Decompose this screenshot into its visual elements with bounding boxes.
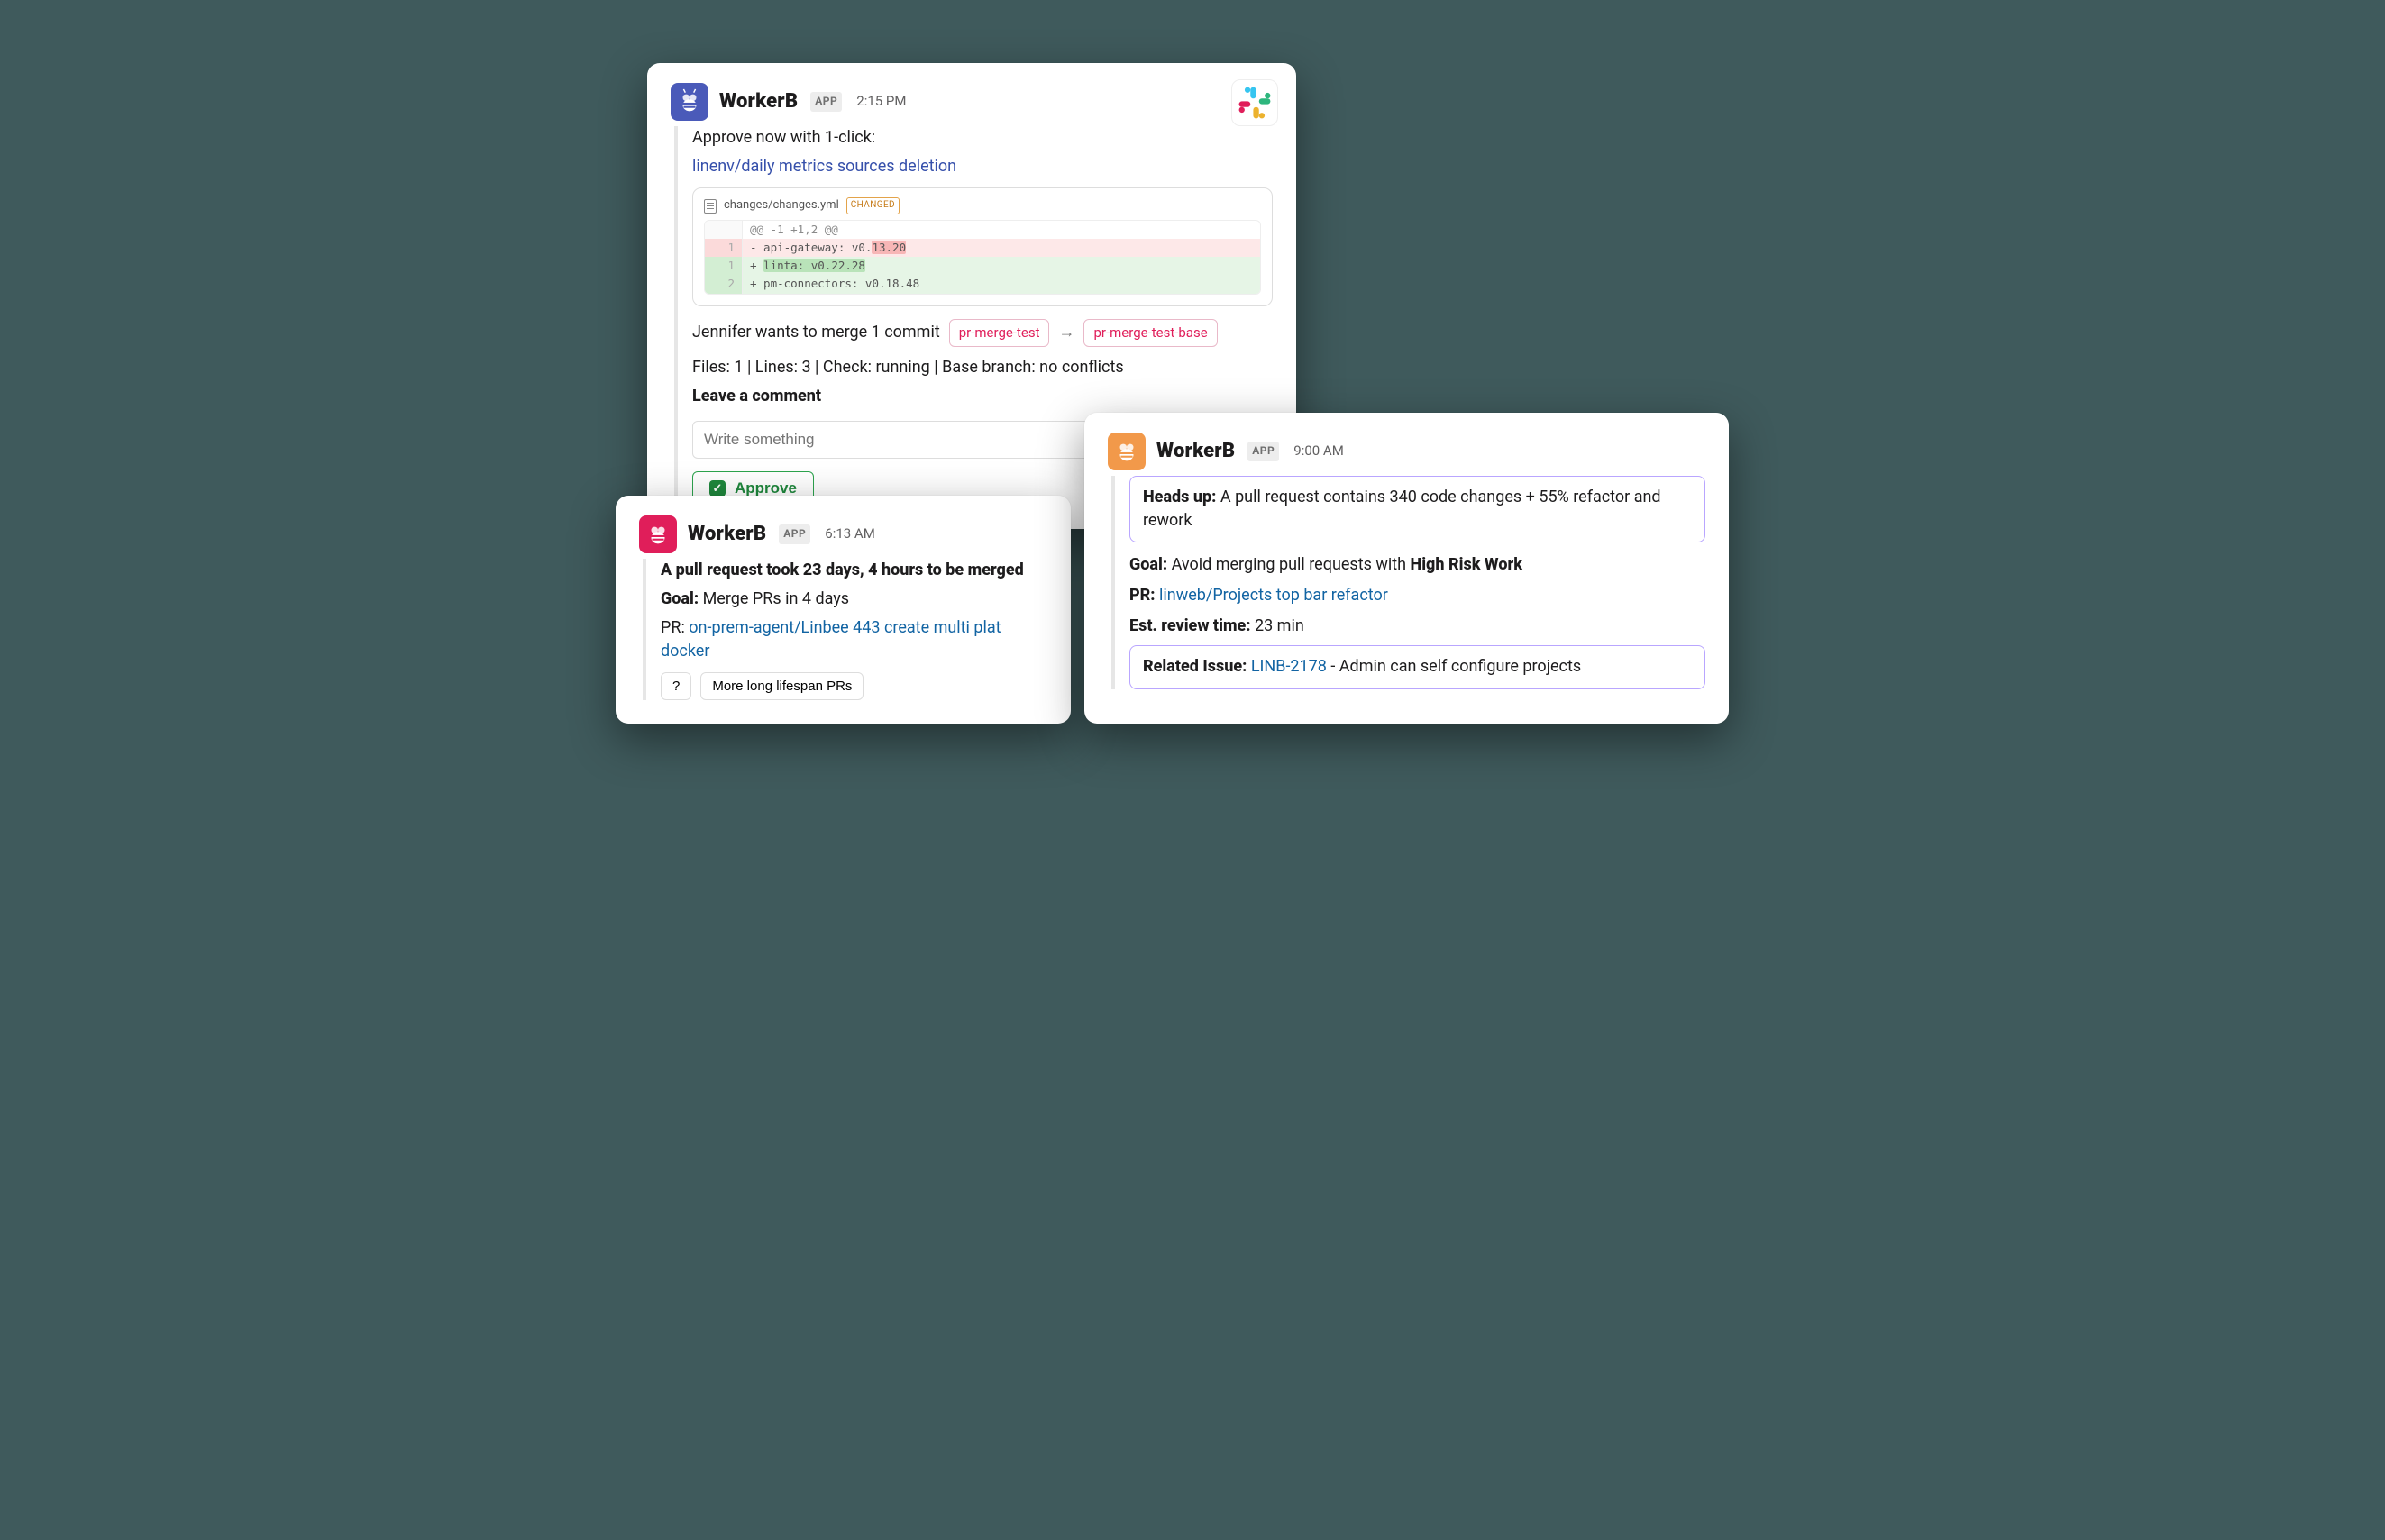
branch-from[interactable]: pr-merge-test [949,319,1050,348]
diff-preview: changes/changes.yml CHANGED @@ -1 +1,2 @… [692,187,1273,305]
timestamp: 2:15 PM [856,92,906,112]
more-prs-button[interactable]: More long lifespan PRs [700,672,864,700]
changed-badge: CHANGED [846,197,900,214]
diff-deletion: - api-gateway: v0.13.20 [743,239,1260,257]
app-badge: APP [1247,442,1279,460]
heads-up-callout: Heads up: A pull request contains 340 co… [1129,476,1705,542]
est-review-time: Est. review time: 23 min [1129,615,1705,638]
slack-card-lifespan: WorkerB APP 6:13 AM A pull request took … [616,496,1071,724]
related-issue-callout: Related Issue: LINB-2178 - Admin can sel… [1129,645,1705,688]
goal-line: Goal: Merge PRs in 4 days [661,588,1047,611]
app-name: WorkerB [1156,437,1235,466]
app-name: WorkerB [719,87,798,116]
diff-addition: + pm-connectors: v0.18.48 [743,275,1260,293]
slack-icon [1238,86,1272,120]
help-button[interactable]: ? [661,672,691,700]
goal-line: Goal: Avoid merging pull requests with H… [1129,553,1705,577]
file-icon [704,199,717,214]
approve-prompt: Approve now with 1-click: [692,126,1273,150]
pr-line: PR: on-prem-agent/Linbee 443 create mult… [661,616,1047,663]
bee-icon [676,88,703,115]
leave-comment-label: Leave a comment [692,385,1273,408]
workerb-avatar-orange [1108,433,1146,470]
slack-card-risk: WorkerB APP 9:00 AM Heads up: A pull req… [1084,413,1729,724]
slack-logo [1231,79,1278,126]
workerb-avatar-blue [671,83,708,121]
timestamp: 6:13 AM [825,524,875,544]
check-icon: ✓ [709,480,726,497]
bee-icon [644,521,672,548]
workerb-avatar-red [639,515,677,553]
app-badge: APP [810,92,842,111]
app-name: WorkerB [688,520,766,549]
merge-text: Jennifer wants to merge 1 commit [692,321,940,344]
pr-link[interactable]: on-prem-agent/Linbee 443 create multi pl… [661,618,1001,661]
diff-filename: changes/changes.yml [724,197,839,214]
branch-to[interactable]: pr-merge-test-base [1083,319,1217,348]
app-badge: APP [779,524,810,543]
lifespan-headline: A pull request took 23 days, 4 hours to … [661,559,1047,582]
arrow-icon: → [1058,321,1074,344]
bee-icon [1113,438,1140,465]
pr-link[interactable]: linweb/Projects top bar refactor [1159,586,1388,605]
pr-title-link[interactable]: linenv/daily metrics sources deletion [692,155,1273,178]
diff-addition: + linta: v0.22.28 [743,257,1260,275]
pr-line: PR: linweb/Projects top bar refactor [1129,584,1705,607]
pr-stats: Files: 1 | Lines: 3 | Check: running | B… [692,356,1273,379]
timestamp: 9:00 AM [1293,442,1344,461]
diff-hunk: @@ -1 +1,2 @@ [743,221,1260,239]
related-issue-link[interactable]: LINB-2178 [1251,657,1327,676]
